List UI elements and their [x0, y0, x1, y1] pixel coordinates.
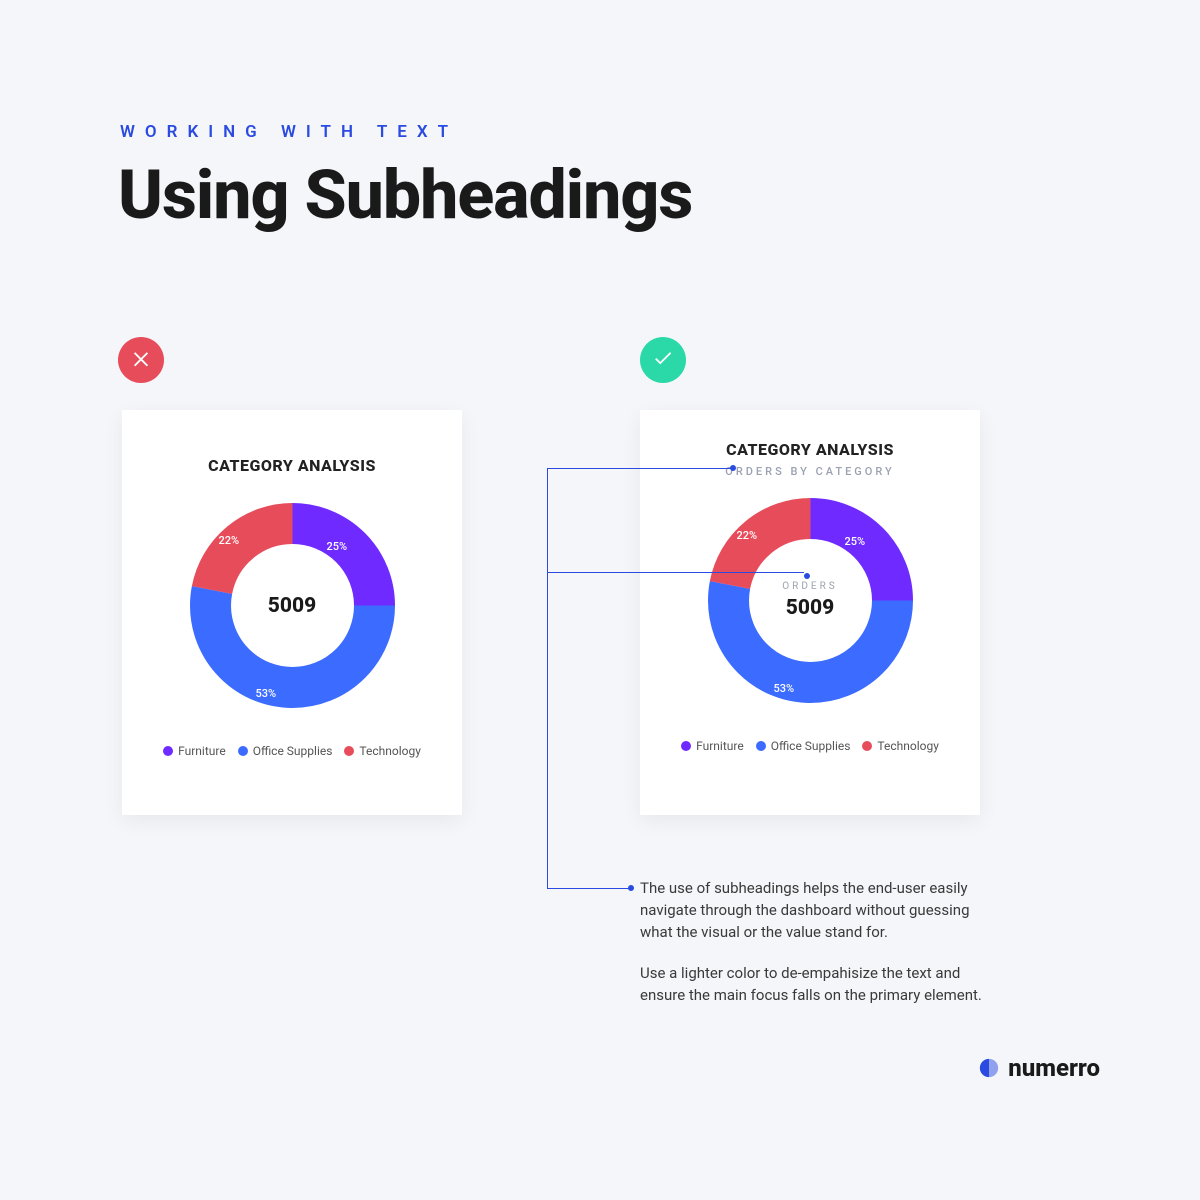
- legend: Furniture Office Supplies Technology: [122, 744, 462, 758]
- segment-label-technology: 22%: [219, 534, 240, 547]
- segment-label-furniture: 25%: [845, 535, 866, 548]
- cross-icon: [130, 347, 152, 373]
- chart-subtitle: ORDERS BY CATEGORY: [640, 465, 980, 478]
- legend-dot-icon: [862, 741, 872, 751]
- chart-title: CATEGORY ANALYSIS: [640, 410, 980, 459]
- legend-item-office: Office Supplies: [756, 739, 851, 753]
- legend-item-technology: Technology: [344, 744, 420, 758]
- legend-dot-icon: [238, 746, 248, 756]
- connector-dot-icon: [730, 465, 736, 471]
- legend: Furniture Office Supplies Technology: [640, 739, 980, 753]
- legend-dot-icon: [756, 741, 766, 751]
- legend-label: Technology: [877, 739, 938, 753]
- bad-example-badge: [118, 337, 164, 383]
- legend-label: Office Supplies: [771, 739, 851, 753]
- chart-title: CATEGORY ANALYSIS: [122, 410, 462, 475]
- donut-chart-good: 25% 53% 22% ORDERS 5009: [708, 498, 913, 703]
- legend-label: Office Supplies: [253, 744, 333, 758]
- donut-chart-bad: 25% 53% 22% 5009: [190, 503, 395, 708]
- overline: WORKING WITH TEXT: [120, 122, 458, 142]
- good-example-card: CATEGORY ANALYSIS ORDERS BY CATEGORY 25%…: [640, 410, 980, 815]
- annotation-text: The use of subheadings helps the end-use…: [640, 878, 990, 1007]
- segment-label-furniture: 25%: [327, 540, 348, 553]
- check-icon: [652, 347, 674, 373]
- legend-dot-icon: [163, 746, 173, 756]
- brand-logo-icon: [978, 1057, 1000, 1079]
- legend-item-office: Office Supplies: [238, 744, 333, 758]
- page-title: Using Subheadings: [118, 155, 692, 235]
- connector-dot-icon: [804, 573, 810, 579]
- connector-dot-icon: [628, 885, 634, 891]
- annotation-paragraph: The use of subheadings helps the end-use…: [640, 878, 990, 943]
- legend-dot-icon: [681, 741, 691, 751]
- segment-label-technology: 22%: [737, 529, 758, 542]
- good-example-badge: [640, 337, 686, 383]
- legend-label: Furniture: [178, 744, 226, 758]
- legend-item-furniture: Furniture: [163, 744, 226, 758]
- annotation-paragraph: Use a lighter color to de-empahisize the…: [640, 963, 990, 1007]
- bad-example-card: CATEGORY ANALYSIS 25% 53% 22% 5009 Furni…: [122, 410, 462, 815]
- legend-label: Technology: [359, 744, 420, 758]
- legend-dot-icon: [344, 746, 354, 756]
- connector-line: [547, 468, 548, 888]
- legend-item-technology: Technology: [862, 739, 938, 753]
- legend-item-furniture: Furniture: [681, 739, 744, 753]
- legend-label: Furniture: [696, 739, 744, 753]
- connector-line: [547, 888, 630, 889]
- segment-label-office: 53%: [774, 682, 795, 695]
- brand-name: numerro: [1008, 1054, 1100, 1082]
- segment-label-office: 53%: [256, 687, 277, 700]
- footer-brand: numerro: [978, 1054, 1100, 1082]
